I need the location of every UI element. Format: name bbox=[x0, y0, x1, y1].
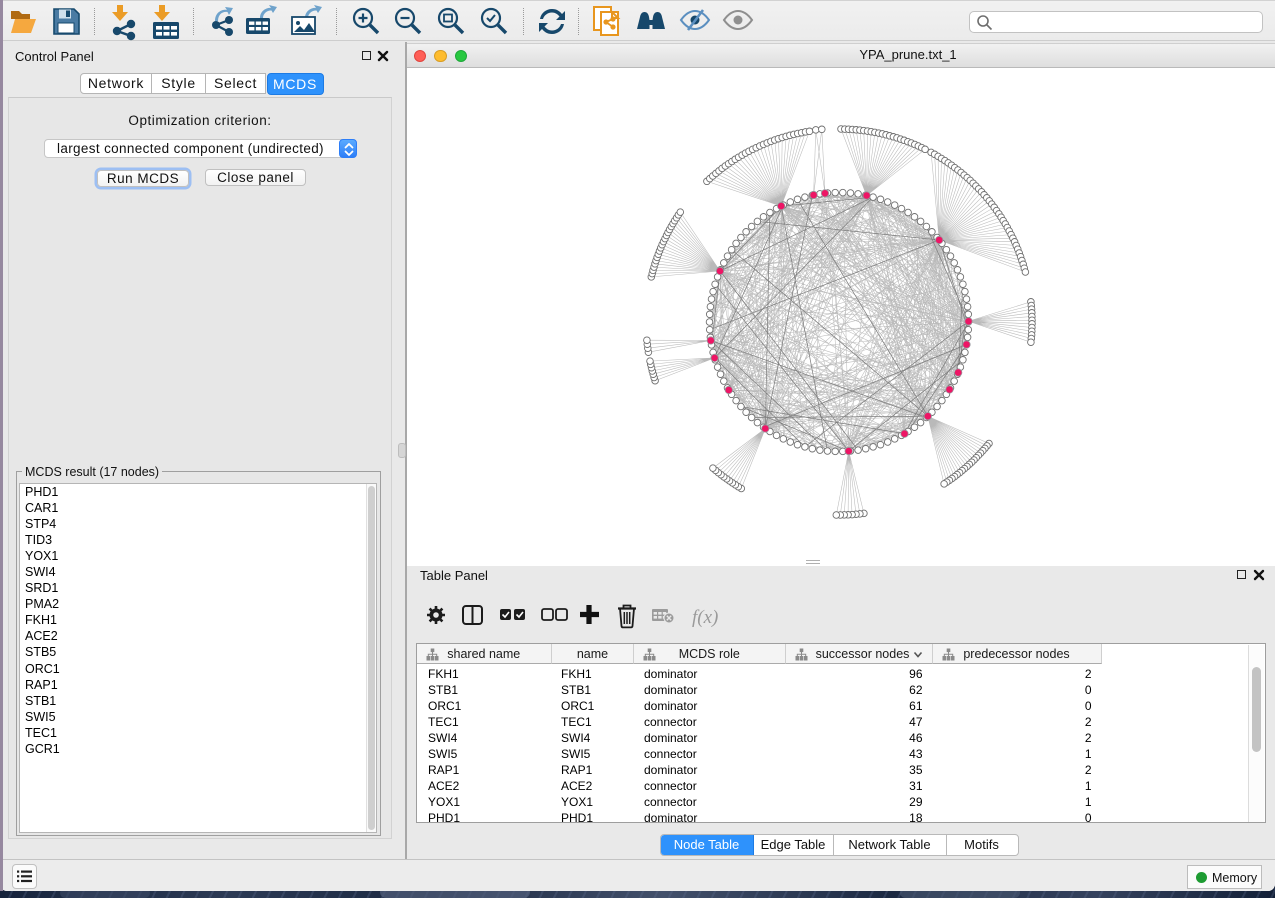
svg-text:f(x): f(x) bbox=[692, 607, 718, 628]
